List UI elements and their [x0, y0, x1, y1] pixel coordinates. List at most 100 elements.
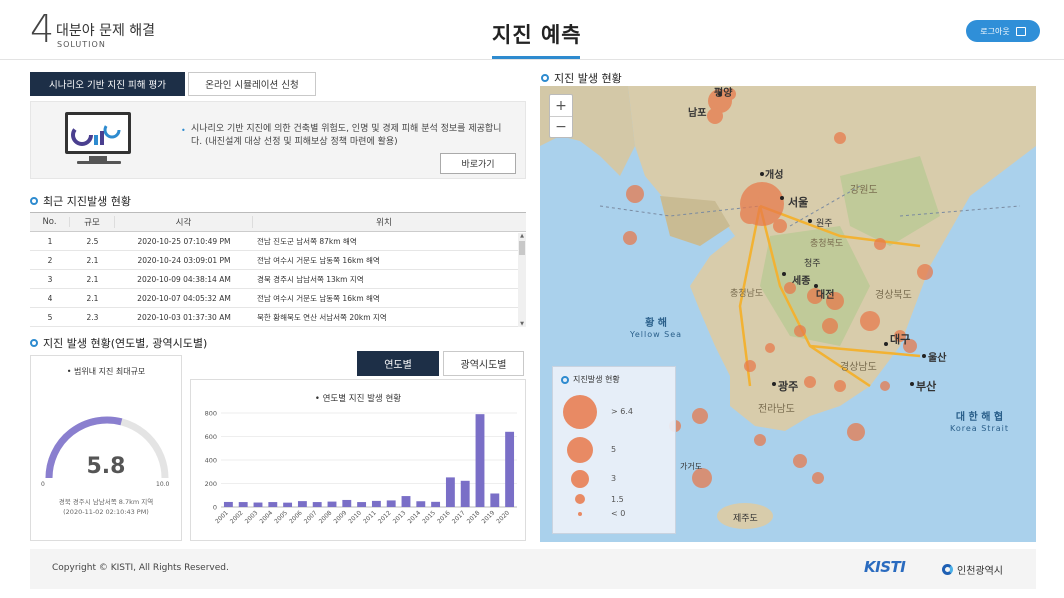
logout-icon: [1015, 26, 1026, 36]
table-row[interactable]: 1 2.5 2020-10-25 07:10:49 PM 전남 진도군 남서쪽 …: [30, 232, 526, 251]
chart-title-text: 연도별 지진 발생 현황: [322, 394, 402, 404]
tab-simulation-request[interactable]: 온라인 시뮬레이션 신청: [188, 72, 316, 96]
x-tick-label: 2002: [229, 509, 245, 525]
cell-magnitude: 2.1: [86, 274, 99, 284]
x-tick-label: 2014: [406, 509, 422, 525]
stats-title-text: 지진 발생 현황(연도별, 광역시도별): [43, 337, 208, 350]
city-label: 대전: [816, 290, 835, 301]
bar-2005: [283, 502, 293, 507]
city-label: 대구: [890, 333, 911, 346]
gauge-min: 0: [41, 481, 45, 488]
table-row[interactable]: 2 2.1 2020-10-24 03:09:01 PM 전남 여수시 거문도 …: [30, 251, 526, 270]
city-label: 경상남도: [840, 362, 877, 373]
recent-earthquake-table: No. 규모 시각 위치 1 2.5 2020-10-25 07:10:49 P…: [30, 212, 526, 328]
logout-label: 로그아웃: [980, 26, 1010, 36]
x-tick-label: 2006: [288, 509, 304, 525]
gauge-max: 10.0: [156, 481, 170, 488]
bar-2003: [253, 502, 263, 507]
city-label: 충청남도: [730, 289, 764, 299]
bar-2014: [416, 501, 426, 507]
cell-location: 경북 경주시 남남서쪽 13km 지역: [257, 274, 364, 284]
x-tick-label: 2010: [347, 509, 363, 525]
y-tick-label: 0: [213, 504, 217, 512]
gauge-title-text: 범위내 지진 최대규모: [73, 367, 146, 376]
x-tick-label: 2004: [258, 509, 274, 525]
scroll-thumb[interactable]: [519, 241, 525, 255]
cell-location: 전남 여수시 거문도 남동쪽 16km 해역: [257, 293, 380, 303]
y-tick-label: 200: [205, 480, 217, 488]
section-dot-icon: [30, 197, 38, 205]
city-label: 개성: [765, 170, 784, 181]
legend-title: 지진발생 현황: [561, 374, 620, 385]
cell-time: 2020-10-03 01:37:30 AM: [137, 312, 231, 322]
cell-no: 4: [47, 293, 53, 303]
section-dot-icon: [541, 74, 549, 82]
x-tick-label: 2016: [436, 509, 452, 525]
map-section-title: 지진 발생 현황: [541, 70, 622, 86]
sea-label-en: Korea Strait: [950, 424, 1009, 433]
x-tick-label: 2018: [466, 509, 482, 525]
x-tick-label: 2007: [303, 509, 319, 525]
scroll-down-icon[interactable]: ▼: [519, 321, 525, 327]
bar-2007: [312, 502, 322, 507]
bar-2015: [431, 501, 441, 507]
incheon-logo: 인천광역시: [942, 562, 1003, 577]
cell-location: 전남 여수시 거문도 남동쪽 16km 해역: [257, 255, 380, 265]
sea-label-ko: 대 한 해 협: [955, 412, 1004, 423]
cell-magnitude: 2.5: [86, 236, 99, 246]
tab-by-region[interactable]: 광역시도별: [443, 351, 524, 376]
yearly-chart-panel: • 연도별 지진 발생 현황 0 200 400 600 800 2001 2002 2003…: [190, 379, 526, 541]
cell-location: 북한 황해북도 연산 서남서쪽 20km 지역: [257, 312, 387, 322]
recent-title-text: 최근 지진발생 현황: [43, 195, 131, 208]
table-row[interactable]: 5 2.3 2020-10-03 01:37:30 AM 북한 황해북도 연산 …: [30, 308, 526, 327]
bar-2018: [475, 414, 485, 507]
table-row[interactable]: 4 2.1 2020-10-07 04:05:32 AM 전남 여수시 거문도 …: [30, 289, 526, 308]
monitor-base: [77, 161, 121, 164]
bullet-icon: •: [181, 126, 186, 135]
city-label: 전라남도: [758, 404, 795, 415]
cell-magnitude: 2.3: [86, 312, 99, 322]
monitor-illustration-icon: [65, 112, 131, 154]
max-magnitude-gauge: • 범위내 지진 최대규모 5.8 0 10.0 경북 경주시 남남서쪽 8.7…: [30, 355, 182, 541]
x-tick-label: 2012: [377, 509, 393, 525]
sea-label-en: Yellow Sea: [630, 330, 683, 339]
earthquake-map[interactable]: 평양 남포 개성 서울 원주 강원도 청주 세종 대전 충청남도 충청북도 경상…: [540, 86, 1036, 542]
table-row[interactable]: 3 2.1 2020-10-09 04:38:14 AM 경북 경주시 남남서쪽…: [30, 270, 526, 289]
legend-title-text: 지진발생 현황: [573, 375, 620, 384]
bar-2020: [505, 431, 515, 507]
scenario-banner: • 시나리오 기반 지진에 의한 건축별 위험도, 인명 및 경제 피해 분석 …: [30, 101, 526, 179]
table-scrollbar[interactable]: ▲ ▼: [518, 233, 526, 327]
cell-time: 2020-10-09 04:38:14 AM: [137, 274, 231, 284]
city-label: 세종: [792, 276, 811, 287]
tab-scenario-damage[interactable]: 시나리오 기반 지진 피해 평가: [30, 72, 185, 96]
logout-button[interactable]: 로그아웃: [966, 20, 1040, 42]
go-button[interactable]: 바로가기: [440, 153, 516, 174]
recent-section-title: 최근 지진발생 현황: [30, 193, 131, 209]
x-tick-label: 2017: [451, 509, 467, 525]
x-tick-label: 2001: [214, 509, 230, 525]
section-dot-icon: [561, 375, 569, 384]
legend-label: 3: [611, 474, 617, 483]
tab-by-year[interactable]: 연도별: [357, 351, 439, 376]
city-label: 서울: [788, 196, 809, 209]
scroll-up-icon[interactable]: ▲: [519, 233, 525, 239]
legend-circle-xsmall: [575, 494, 585, 504]
x-tick-label: 2015: [421, 509, 437, 525]
x-tick-label: 2011: [362, 509, 378, 525]
legend-label: 1.5: [611, 495, 624, 504]
x-tick-label: 2013: [392, 509, 408, 525]
bar-2011: [371, 500, 381, 507]
city-label: 원주: [816, 219, 833, 229]
zoom-in-button[interactable]: +: [550, 95, 572, 116]
zoom-out-button[interactable]: −: [550, 116, 572, 137]
y-tick-label: 400: [205, 457, 217, 465]
gauge-value: 5.8: [86, 454, 126, 479]
table-header: No. 규모 시각 위치: [30, 213, 526, 232]
legend-label: 5: [611, 445, 617, 454]
header: 4 대분야 문제 해결 SOLUTION 지진 예측 로그아웃: [0, 0, 1064, 60]
bar-2001: [223, 501, 233, 507]
x-tick-label: 2008: [318, 509, 334, 525]
city-label: 울산: [928, 353, 947, 364]
logo-subtitle: SOLUTION: [57, 40, 106, 49]
legend-label: < 0: [611, 509, 626, 518]
